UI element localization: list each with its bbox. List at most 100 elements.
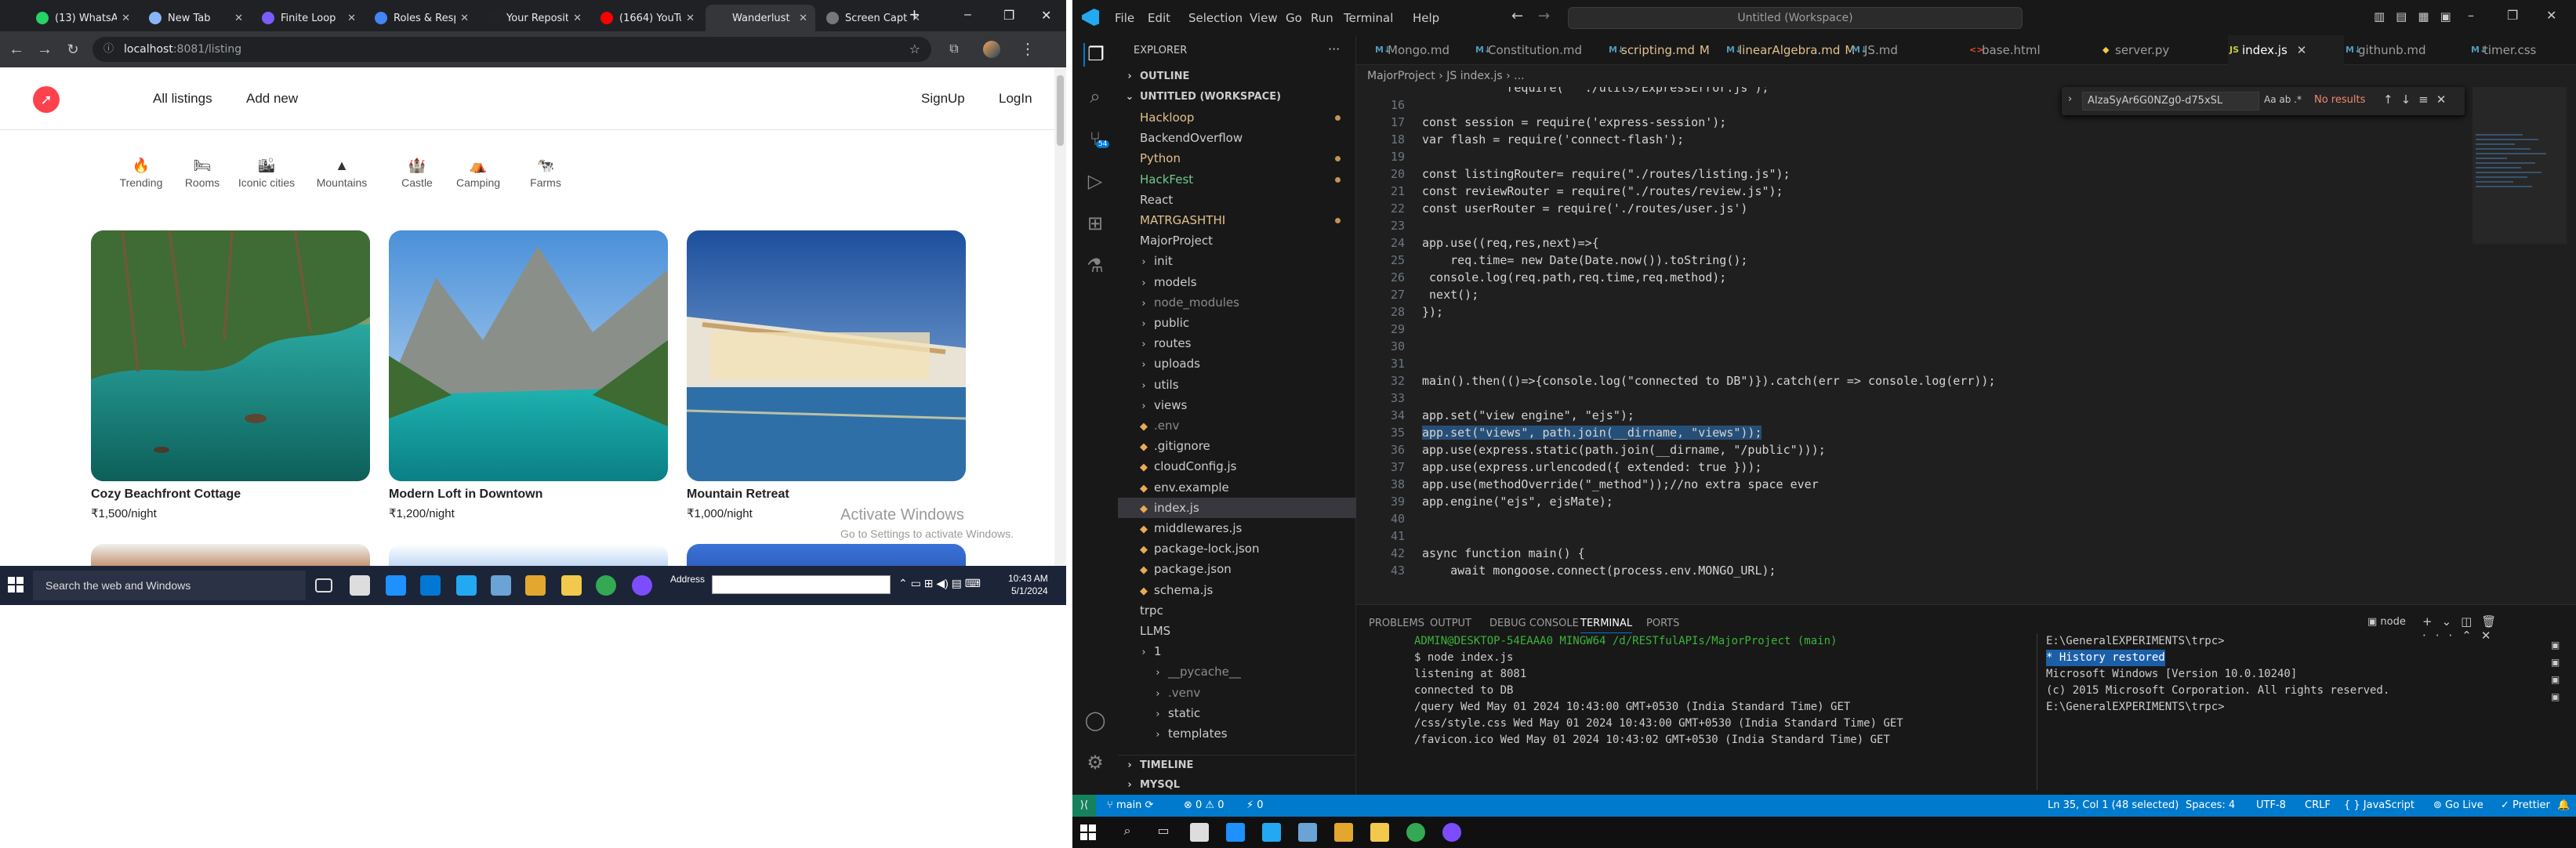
folder-item[interactable]: › init — [1118, 251, 1356, 271]
terminal-shell-label[interactable]: ▣ node — [2367, 616, 2406, 628]
outlook-icon[interactable] — [1226, 823, 1245, 842]
panel-tab-terminal[interactable]: TERMINAL — [1580, 618, 1633, 633]
file-item[interactable]: ◆ package-lock.json — [1118, 538, 1356, 559]
code-line[interactable]: next(); — [1422, 288, 1478, 302]
code-line[interactable]: }); — [1422, 305, 1443, 319]
bookmark-star-icon[interactable]: ☆ — [909, 37, 920, 62]
code-line[interactable]: const session = require('express-session… — [1422, 115, 1726, 129]
minimap[interactable] — [2473, 87, 2567, 604]
nav-login[interactable]: LogIn — [999, 91, 1032, 107]
folder-item[interactable]: › utils — [1118, 375, 1356, 395]
browser-tab[interactable]: Wanderlust ✕ — [706, 5, 815, 31]
nav-add-new[interactable]: Add new — [246, 91, 298, 107]
maximize-icon[interactable]: ❐ — [2507, 8, 2518, 23]
filter-trending[interactable]: 🔥 Trending — [110, 158, 172, 189]
folder-item[interactable]: › public — [1118, 313, 1356, 333]
code-line[interactable]: main().then(()=>{console.log("connected … — [1422, 374, 1996, 388]
site-info-icon[interactable]: ⓘ — [103, 37, 114, 62]
breadcrumb[interactable]: MajorProject › JS index.js › ... — [1356, 65, 1525, 87]
tab-close-icon[interactable]: ✕ — [2297, 43, 2307, 57]
nav-all-listings[interactable]: All listings — [153, 91, 212, 107]
listing-title[interactable]: Mountain Retreat — [687, 487, 966, 502]
tab-close-icon[interactable]: ✕ — [799, 13, 807, 24]
folder-item[interactable]: Hackloop — [1118, 107, 1356, 128]
code-editor[interactable]: require( ./utils/ExpressError.js ); 16 17 c… — [1356, 87, 2576, 604]
code-line[interactable]: const listingRouter= require("./routes/l… — [1422, 167, 1791, 181]
outline-section[interactable]: › OUTLINE — [1118, 67, 1356, 87]
folder-item[interactable]: › 1 — [1118, 641, 1356, 661]
tab-close-icon[interactable]: ✕ — [234, 13, 243, 24]
terminal-output-main[interactable]: ADMIN@DESKTOP-54EAAA0 MINGW64 /d/RESTful… — [1414, 633, 1903, 748]
chrome-taskbar-icon[interactable] — [596, 575, 616, 596]
panel-tab-debug-console[interactable]: DEBUG CONSOLE — [1489, 618, 1579, 629]
minimize-icon[interactable]: – — [2468, 8, 2474, 23]
code-line[interactable]: app.use(methodOverride("_method"));//no … — [1422, 477, 1819, 491]
folder-item[interactable]: › views — [1118, 395, 1356, 415]
folder-item[interactable]: React — [1118, 190, 1356, 210]
calendar-icon[interactable] — [420, 575, 441, 596]
folder-item[interactable]: › uploads — [1118, 353, 1356, 374]
chrome-profile-taskbar-icon[interactable] — [632, 575, 652, 596]
menu-help[interactable]: Help — [1413, 11, 1439, 25]
folder-item[interactable]: trpc — [1118, 600, 1356, 621]
ports-count[interactable]: ⚡ 0 — [1246, 795, 1264, 817]
encoding[interactable]: UTF-8 — [2256, 795, 2286, 817]
problems-count[interactable]: ⊗ 0 ⚠ 0 — [1184, 795, 1225, 817]
editor-tab[interactable]: M↓ JS.md — [1850, 35, 1968, 65]
reload-icon[interactable]: ↻ — [63, 39, 83, 60]
nav-forward-icon[interactable]: → — [1538, 8, 1550, 24]
layout-toggle-icons[interactable]: ▥▤▦▣ — [2374, 9, 2462, 24]
close-window-icon[interactable]: ✕ — [1041, 8, 1051, 24]
tab-close-icon[interactable]: ✕ — [122, 13, 130, 24]
browser-tab[interactable]: (13) WhatsA ✕ — [28, 5, 138, 31]
source-control-icon[interactable]: ⑂ 54 — [1083, 128, 1110, 151]
command-center[interactable]: Untitled (Workspace) — [1568, 7, 2023, 29]
filter-rooms[interactable]: 🛏 Rooms — [171, 158, 234, 189]
code-line[interactable]: const reviewRouter = require("./routes/r… — [1422, 184, 1783, 198]
menu-edit[interactable]: Edit — [1148, 11, 1170, 25]
workspace-section[interactable]: ⌄ UNTITLED (WORKSPACE) — [1118, 87, 1356, 107]
file-item[interactable]: ◆ index.js — [1118, 497, 1356, 518]
line-ending[interactable]: CRLF — [2305, 795, 2331, 817]
panel-tab-problems[interactable]: PROBLEMS — [1369, 618, 1424, 629]
close-window-icon[interactable]: ✕ — [2546, 8, 2556, 23]
editor-tab[interactable]: M↓ linearAlgebra.md M — [1725, 35, 1855, 65]
settings-gear-icon[interactable]: ⚙ — [1083, 752, 1107, 775]
code-line[interactable]: require( ./utils/ExpressError.js ); — [1422, 87, 1769, 95]
listing-title[interactable]: Modern Loft in Downtown — [389, 487, 668, 502]
testing-icon[interactable]: ⚗ — [1083, 255, 1107, 278]
code-line[interactable]: req.time= new Date(Date.now()).toString(… — [1422, 253, 1747, 267]
taskbar-search[interactable]: Search the web and Windows — [33, 571, 306, 600]
git-branch[interactable]: ⑂ main ⟳ — [1107, 795, 1153, 817]
back-icon[interactable]: ← — [6, 39, 27, 60]
panel-tab-ports[interactable]: PORTS — [1646, 618, 1679, 629]
vscode-taskbar-icon[interactable] — [456, 575, 477, 596]
find-nav-icons[interactable]: ↑↓≡✕ — [2383, 92, 2454, 107]
panel-tab-output[interactable]: OUTPUT — [1430, 618, 1471, 629]
code-line[interactable]: app.use(express.urlencoded({ extended: t… — [1422, 460, 1761, 474]
listing-card[interactable]: Modern Loft in Downtown ₹1,200/night — [389, 230, 668, 520]
browser-tab[interactable]: Your Reposit ✕ — [480, 5, 590, 31]
folder-item[interactable]: › .venv — [1118, 683, 1356, 703]
app-taskbar-icon[interactable] — [491, 575, 511, 596]
file-item[interactable]: ◆ cloudConfig.js — [1118, 456, 1356, 477]
code-line[interactable]: app.set("views", path.join(__dirname, "v… — [1422, 426, 1762, 440]
folder-item[interactable]: LLMS — [1118, 621, 1356, 641]
folder-item[interactable]: Python — [1118, 148, 1356, 169]
browser-tab[interactable]: (1664) YouTu ✕ — [593, 5, 702, 31]
editor-tab[interactable]: M↓ Mongo.md — [1373, 35, 1474, 65]
editor-tab[interactable]: M↓ scripting.md M — [1607, 35, 1725, 65]
task-view-icon[interactable]: ▭ — [1154, 823, 1173, 842]
editor-tab[interactable]: JS index.js ✕ — [2228, 35, 2344, 65]
outlook-icon[interactable] — [386, 575, 406, 596]
extensions-icon[interactable]: ⊞ — [1083, 212, 1107, 236]
compass-logo-icon[interactable]: ➚ — [33, 86, 60, 113]
terminal-list-icons[interactable]: ▣ ▣ ▣ ▣ — [2551, 636, 2560, 705]
menu-go[interactable]: Go — [1286, 11, 1302, 25]
file-item[interactable]: ◆ .gitignore — [1118, 436, 1356, 456]
go-live[interactable]: ⊚ Go Live — [2433, 795, 2483, 817]
browser-tab[interactable]: New Tab ✕ — [141, 5, 251, 31]
nav-back-icon[interactable]: ← — [1511, 8, 1523, 24]
folder-item[interactable]: › templates — [1118, 723, 1356, 744]
menu-view[interactable]: View — [1250, 11, 1278, 25]
